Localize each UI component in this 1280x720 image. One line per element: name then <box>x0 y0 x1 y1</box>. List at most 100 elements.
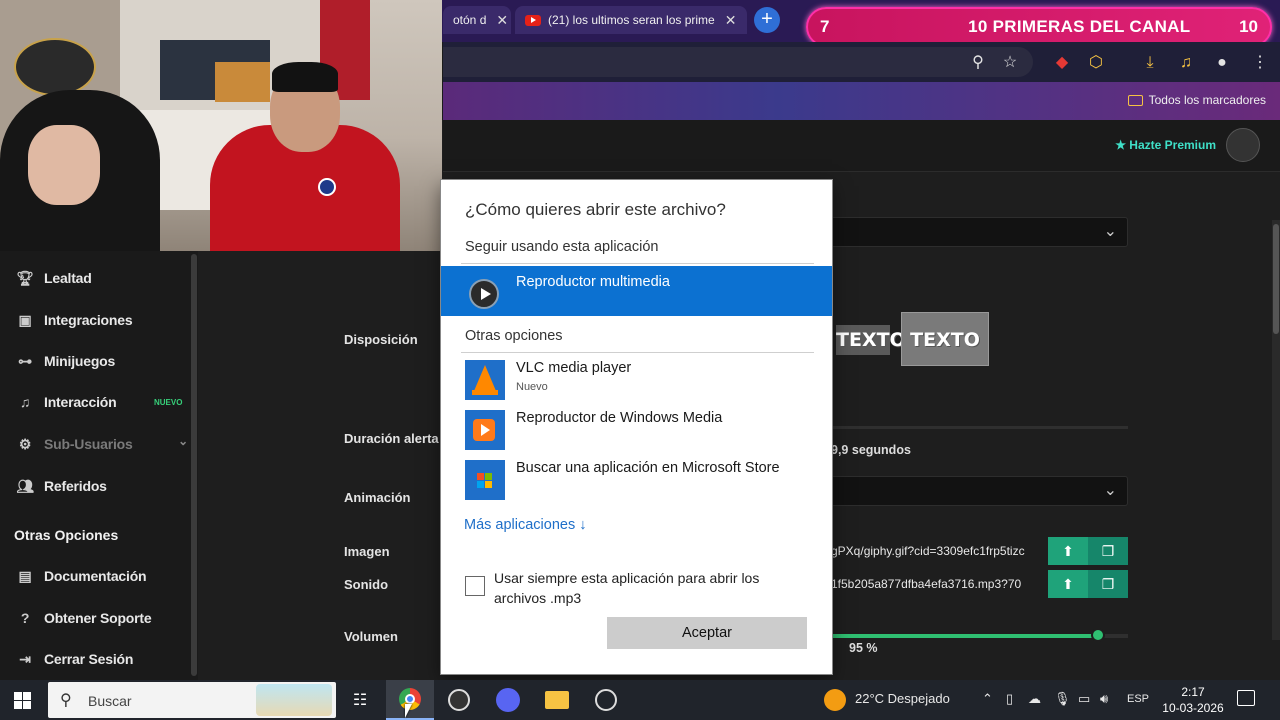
file-explorer-icon[interactable] <box>533 680 581 720</box>
network-icon[interactable]: ▭ <box>1078 691 1090 707</box>
phone-icon[interactable]: ▯ <box>1006 691 1013 707</box>
disposicion-label: Disposición <box>344 332 418 347</box>
layout-option-text[interactable]: TEXTO <box>836 325 906 355</box>
browser-tab-1[interactable]: otón d ✕ <box>443 6 511 34</box>
bookmarks-bar: Todos los marcadores <box>443 82 1280 120</box>
task-view-icon[interactable]: ☷ <box>336 680 384 720</box>
sidebar-scrollbar[interactable] <box>191 254 197 676</box>
accept-button[interactable]: Aceptar <box>607 617 807 649</box>
new-tab-button[interactable]: + <box>754 7 780 33</box>
sidebar-item-minijuegos[interactable]: ⊶ Minijuegos <box>16 350 115 372</box>
app-option-windows-media[interactable]: Reproductor de Windows Media <box>465 410 815 454</box>
keep-using-heading: Seguir usando esta aplicación <box>465 239 659 255</box>
sidebar-section-title: Otras Opciones <box>14 527 119 543</box>
taskbar-search[interactable]: ⚲ Buscar <box>48 682 336 718</box>
chevron-up-icon[interactable]: ⌃ <box>982 691 993 707</box>
windows-start-icon[interactable] <box>14 692 31 709</box>
extension-icon[interactable]: ⬡ <box>1086 53 1106 73</box>
upload-icon: ⬆ <box>1062 576 1074 592</box>
gallery-image-button[interactable]: ❐ <box>1088 537 1128 565</box>
folder-icon <box>1127 94 1143 106</box>
store-icon <box>465 460 505 500</box>
sidebar-item-lealtad[interactable]: 🏆︎ Lealtad <box>16 267 92 289</box>
browser-tab-2[interactable]: (21) los ultimos seran los prime ✕ <box>515 6 747 34</box>
chevron-down-icon: ⌄ <box>178 434 188 448</box>
sonido-label: Sonido <box>344 577 389 592</box>
upload-sound-button[interactable]: ⬆ <box>1048 570 1088 598</box>
user-group-icon: 👥︎ <box>16 477 34 494</box>
windows-media-icon <box>465 410 505 450</box>
help-icon: ? <box>20 610 30 626</box>
imagen-label: Imagen <box>344 544 390 559</box>
youtube-icon <box>525 14 541 26</box>
notification-icon[interactable] <box>1237 690 1255 706</box>
users-icon: ⚙ <box>18 435 32 452</box>
divider <box>461 263 814 264</box>
sidebar-item-interaccion[interactable]: ♫ Interacción <box>16 391 117 413</box>
obs-taskbar-icon[interactable] <box>435 680 483 720</box>
animacion-select[interactable] <box>831 476 1128 506</box>
volume-value: 95 % <box>849 641 878 655</box>
upload-image-button[interactable]: ⬆ <box>1048 537 1088 565</box>
goal-left-count: 7 <box>820 17 830 36</box>
page-scrollbar[interactable] <box>1272 220 1280 640</box>
volume-slider[interactable] <box>831 628 1128 642</box>
media-icon[interactable]: ♫ <box>1176 53 1196 73</box>
language-indicator[interactable]: ESP <box>1127 693 1149 705</box>
logout-icon: ⇥ <box>19 650 31 667</box>
gallery-sound-button[interactable]: ❐ <box>1088 570 1128 598</box>
sidebar-item-soporte[interactable]: ? Obtener Soporte <box>16 607 152 629</box>
cloud-icon[interactable]: ☁ <box>1028 691 1041 707</box>
clock[interactable]: 2:17 10-03-2026 <box>1158 684 1228 716</box>
goal-title: 10 PRIMERAS DEL CANAL <box>968 17 1191 36</box>
top-select[interactable] <box>831 217 1128 247</box>
animacion-label: Animación <box>344 490 411 505</box>
clock-date: 10-03-2026 <box>1162 701 1224 715</box>
profile-icon[interactable]: ● <box>1212 53 1232 73</box>
imagen-url-field[interactable]: gPXq/giphy.gif?cid=3309efc1frp5tizc <box>831 537 1047 565</box>
sidebar: 🏆︎ Lealtad ▣ Integraciones ⊶ Minijuegos ♫ In… <box>0 250 198 680</box>
layout-option-text-selected[interactable]: TEXTO <box>901 312 989 366</box>
volume-slider-fill <box>831 634 1099 638</box>
sidebar-item-integraciones[interactable]: ▣ Integraciones <box>16 309 132 331</box>
document-icon: ▤ <box>18 567 32 584</box>
volume-icon[interactable]: 🔊︎ <box>1100 691 1108 707</box>
search-icon: ⚲ <box>60 692 72 709</box>
microphone-icon[interactable]: 🎙︎ <box>1054 691 1071 707</box>
tab-title: otón d <box>453 13 487 27</box>
app-option-vlc[interactable]: VLC media player Nuevo <box>465 360 815 404</box>
duration-slider[interactable] <box>831 426 1128 429</box>
volumen-label: Volumen <box>344 629 398 644</box>
more-apps-link[interactable]: Más aplicaciones ↓ <box>464 517 587 533</box>
bookmark-star-icon[interactable]: ☆ <box>1000 53 1020 73</box>
discord-taskbar-icon[interactable] <box>484 680 532 720</box>
avatar[interactable] <box>1226 128 1260 162</box>
gallery-icon: ❐ <box>1101 576 1115 592</box>
duracion-label: Duración alerta <box>344 431 439 446</box>
sidebar-item-documentacion[interactable]: ▤ Documentación <box>16 565 146 587</box>
extension-icon[interactable]: ◆ <box>1052 53 1072 73</box>
close-tab-icon[interactable]: ✕ <box>725 12 737 29</box>
zoom-icon[interactable]: ⚲ <box>968 53 988 73</box>
new-badge: NUEVO <box>154 398 183 407</box>
app-taskbar-icon[interactable] <box>582 680 630 720</box>
menu-icon[interactable]: ⋮ <box>1250 53 1270 73</box>
gallery-icon: ❐ <box>1101 543 1115 559</box>
selected-app-name: Reproductor multimedia <box>516 274 670 290</box>
app-option-store[interactable]: Buscar una aplicación en Microsoft Store <box>465 460 815 504</box>
always-use-checkbox[interactable] <box>465 576 485 596</box>
open-with-dialog: ¿Cómo quieres abrir este archivo? Seguir… <box>441 180 832 674</box>
omnibox[interactable] <box>443 47 1033 77</box>
all-bookmarks[interactable]: Todos los marcadores <box>1127 93 1266 107</box>
tab-title: (21) los ultimos seran los prime <box>548 13 715 27</box>
sidebar-item-sub-usuarios[interactable]: ⚙ Sub-Usuarios ⌄ <box>16 433 188 455</box>
sidebar-item-referidos[interactable]: 👥︎ Referidos <box>16 475 107 497</box>
download-icon[interactable]: ⤓ <box>1140 53 1160 73</box>
sidebar-item-cerrar-sesion[interactable]: ⇥ Cerrar Sesión <box>16 648 133 670</box>
weather-text[interactable]: 22°C Despejado <box>855 691 950 706</box>
search-highlight-image <box>256 684 332 716</box>
premium-link[interactable]: ★ Hazte Premium <box>1115 138 1216 152</box>
selected-app-row[interactable]: Reproductor multimedia <box>441 266 832 316</box>
sonido-url-field[interactable]: 1f5b205a877dfba4efa3716.mp3?70 <box>831 570 1047 598</box>
close-tab-icon[interactable]: ✕ <box>496 12 508 29</box>
